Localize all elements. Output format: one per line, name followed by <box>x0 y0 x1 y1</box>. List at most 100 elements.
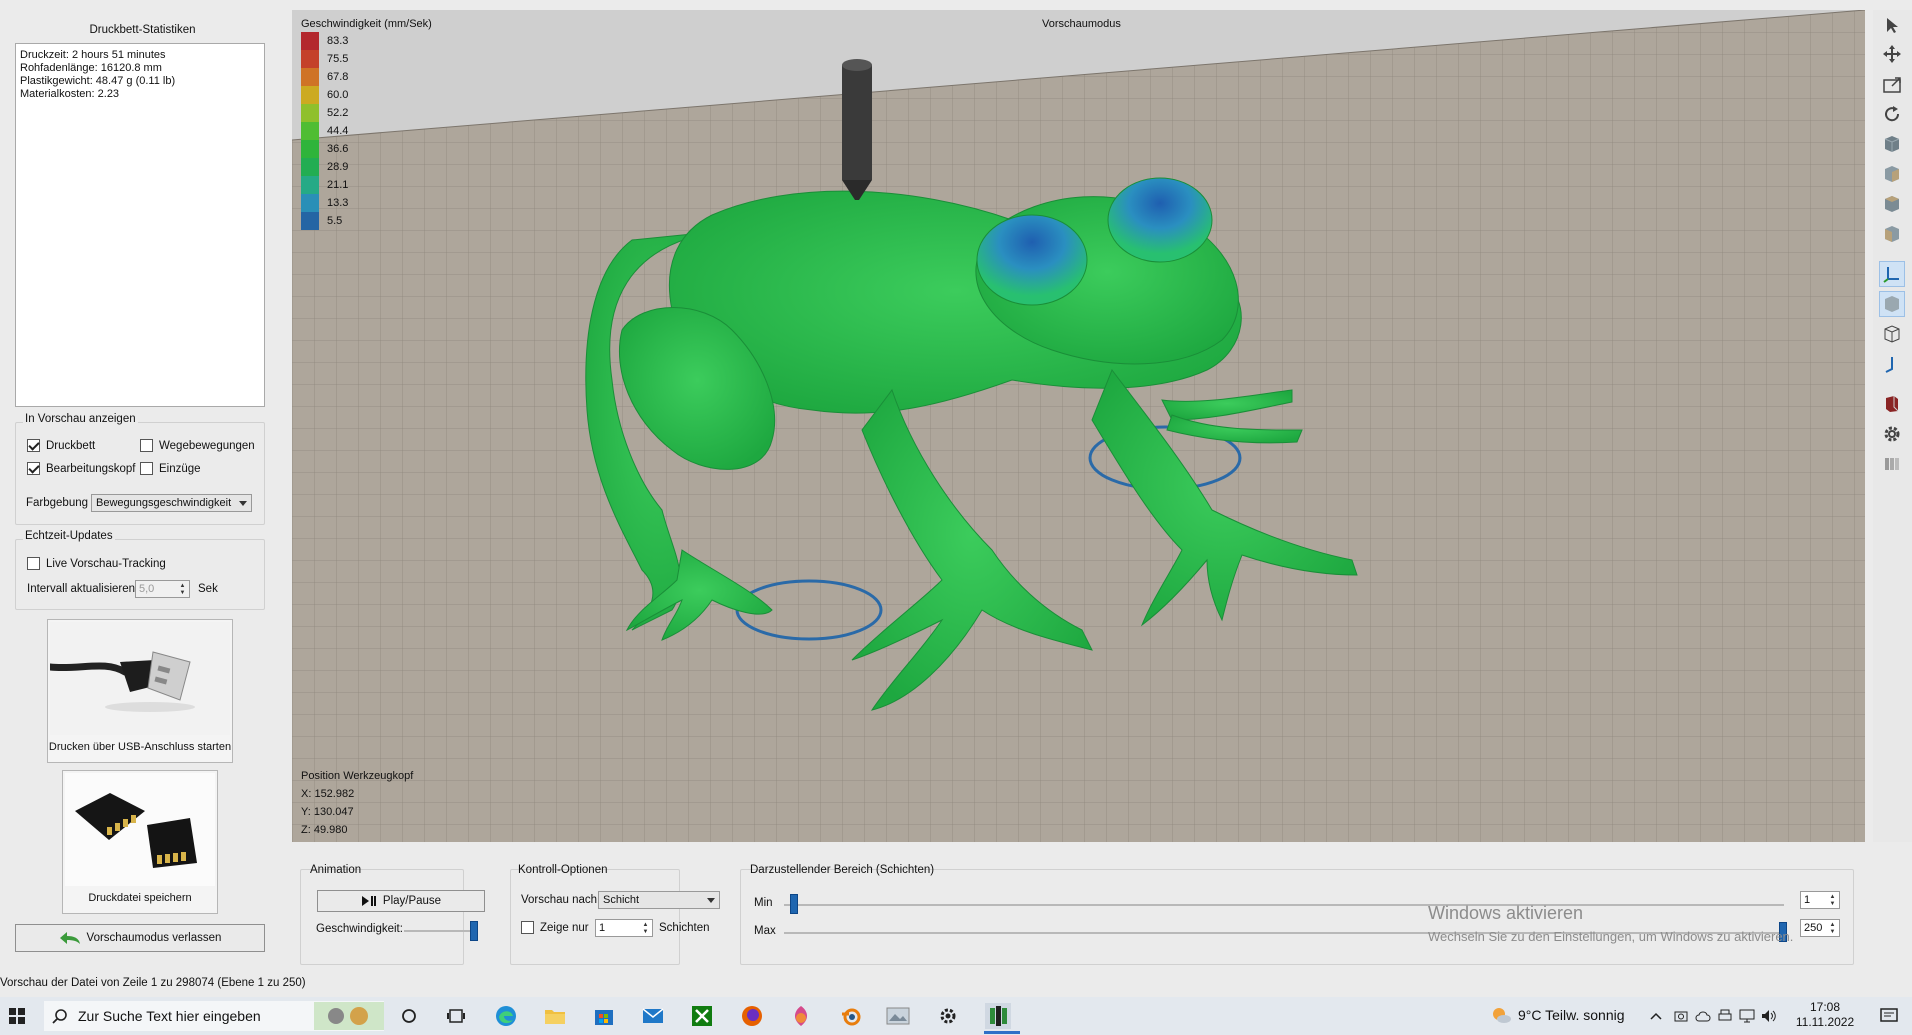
layers-icon[interactable] <box>1879 451 1905 477</box>
edge-browser-icon[interactable] <box>493 1003 519 1029</box>
speaker-icon[interactable] <box>1760 1003 1778 1029</box>
legend-swatch <box>301 122 319 140</box>
legend-item: 28.9 <box>301 158 348 176</box>
wegebewegungen-checkbox[interactable] <box>140 439 153 452</box>
bottom-panel: Animation Play/Pause Geschwindigkeit: Ko… <box>292 847 1865 967</box>
microsoft-store-icon[interactable] <box>591 1003 617 1029</box>
mail-icon[interactable] <box>640 1003 666 1029</box>
select-tool-icon[interactable] <box>1879 12 1905 38</box>
legend-swatch <box>301 86 319 104</box>
einzuege-checkbox-row[interactable]: Einzüge <box>140 462 201 475</box>
range-min-spinbox[interactable]: 1 ▲ ▼ <box>1800 891 1840 909</box>
range-title: Darzustellender Bereich (Schichten) <box>750 864 935 876</box>
taskbar-search-box[interactable]: Zur Suche Text hier eingeben <box>44 1001 384 1031</box>
legend-swatch <box>301 104 319 122</box>
solid-view-icon[interactable] <box>1879 291 1905 317</box>
axes-toggle-icon[interactable] <box>1879 261 1905 287</box>
range-max-spinbox[interactable]: 250 ▲ ▼ <box>1800 919 1840 937</box>
bearbeitungskopf-checkbox-row[interactable]: Bearbeitungskopf <box>27 462 136 475</box>
legend-swatch <box>301 50 319 68</box>
chevron-up-icon[interactable] <box>1647 1003 1665 1029</box>
legend-swatch <box>301 176 319 194</box>
preview-viewport[interactable]: Geschwindigkeit (mm/Sek) Vorschaumodus 8… <box>292 10 1865 842</box>
z-axis-icon[interactable] <box>1879 351 1905 377</box>
stats-title: Druckbett-Statistiken <box>89 24 196 36</box>
settings-gear-icon[interactable] <box>935 1003 961 1029</box>
preview-by-select[interactable]: Schicht <box>598 891 720 909</box>
usb-print-button[interactable]: Drucken über USB-Anschluss starten <box>47 619 233 763</box>
realtime-group <box>15 539 265 610</box>
spin-arrows-icon[interactable]: ▲ ▼ <box>1827 893 1838 907</box>
range-min-handle[interactable] <box>790 894 798 914</box>
stat-print-time: Druckzeit: 2 hours 51 minutes <box>20 49 166 61</box>
live-tracking-row[interactable]: Live Vorschau-Tracking <box>27 557 166 570</box>
photo-viewer-icon[interactable] <box>885 1003 911 1029</box>
spin-arrows-icon[interactable]: ▲ ▼ <box>640 921 651 935</box>
view-iso-icon[interactable] <box>1879 131 1905 157</box>
rotate-tool-icon[interactable] <box>1879 101 1905 127</box>
clock[interactable]: 17:08 11.11.2022 <box>1785 1000 1865 1030</box>
cortana-icon[interactable] <box>396 1003 422 1029</box>
show-only-spinbox[interactable]: 1 ▲ ▼ <box>595 919 653 937</box>
interval-unit: Sek <box>198 583 218 595</box>
cloud-icon[interactable] <box>1694 1003 1712 1029</box>
exit-preview-button[interactable]: Vorschaumodus verlassen <box>15 924 265 952</box>
activation-watermark-title: Windows aktivieren <box>1428 903 1584 923</box>
slicer-app-icon[interactable] <box>985 1003 1011 1029</box>
toolhead-y: Y: 130.047 <box>301 806 354 818</box>
save-file-button[interactable]: Druckdatei speichern <box>62 770 218 914</box>
spin-arrows-icon[interactable]: ▲ ▼ <box>177 582 188 596</box>
firefox-alt-icon[interactable] <box>788 1003 814 1029</box>
show-only-value: 1 <box>599 922 606 934</box>
legend-value: 52.2 <box>327 107 349 119</box>
clock-date: 11.11.2022 <box>1795 1015 1855 1029</box>
show-only-checkbox[interactable] <box>521 921 534 934</box>
live-tracking-label: Live Vorschau-Tracking <box>46 557 166 570</box>
legend-item: 36.6 <box>301 140 348 158</box>
windows-start-icon[interactable] <box>4 1003 30 1029</box>
save-file-label: Druckdatei speichern <box>88 892 192 904</box>
move-tool-icon[interactable] <box>1879 41 1905 67</box>
druckbett-checkbox-row[interactable]: Druckbett <box>27 439 95 452</box>
view-side-icon[interactable] <box>1879 221 1905 247</box>
animation-title: Animation <box>310 864 362 876</box>
printer-icon[interactable] <box>1716 1003 1734 1029</box>
farbgebung-select[interactable]: Bewegungsgeschwindigkeit <box>91 494 252 512</box>
firefox-icon[interactable] <box>739 1003 765 1029</box>
range-max-label: Max <box>754 925 776 937</box>
blender-icon[interactable] <box>838 1003 864 1029</box>
view-top-icon[interactable] <box>1879 191 1905 217</box>
weather-widget[interactable]: 9°C Teilw. sonnig <box>1490 1005 1625 1025</box>
range-min-track[interactable] <box>784 904 1784 906</box>
bearbeitungskopf-checkbox[interactable] <box>27 462 40 475</box>
wireframe-view-icon[interactable] <box>1879 321 1905 347</box>
camera-icon[interactable] <box>1672 1003 1690 1029</box>
gear-icon[interactable] <box>1879 421 1905 447</box>
scale-tool-icon[interactable] <box>1879 71 1905 97</box>
legend-value: 13.3 <box>327 197 349 209</box>
spin-arrows-icon[interactable]: ▲ ▼ <box>1827 921 1838 935</box>
stat-filament-length: Rohfadenlänge: 16120.8 mm <box>20 62 162 74</box>
interval-spinbox[interactable]: 5,0 ▲ ▼ <box>135 580 190 598</box>
legend-item: 52.2 <box>301 104 348 122</box>
task-view-icon[interactable] <box>443 1003 469 1029</box>
activation-watermark-subtitle: Wechseln Sie zu den Einstellungen, um Wi… <box>1428 929 1794 944</box>
network-icon[interactable] <box>1738 1003 1756 1029</box>
file-explorer-icon[interactable] <box>542 1003 568 1029</box>
xbox-icon[interactable] <box>689 1003 715 1029</box>
animation-speed-handle[interactable] <box>470 921 478 941</box>
range-min-value: 1 <box>1804 894 1811 906</box>
view-front-icon[interactable] <box>1879 161 1905 187</box>
usb-print-label: Drucken über USB-Anschluss starten <box>48 741 232 753</box>
druckbett-checkbox[interactable] <box>27 439 40 452</box>
print-preview-icon[interactable] <box>1879 391 1905 417</box>
animation-speed-track[interactable] <box>404 930 474 932</box>
legend-item: 21.1 <box>301 176 348 194</box>
wegebewegungen-checkbox-row[interactable]: Wegebewegungen <box>140 439 255 452</box>
play-pause-button[interactable]: Play/Pause <box>317 890 485 912</box>
show-only-row[interactable]: Zeige nur <box>521 921 589 934</box>
notifications-icon[interactable] <box>1876 1003 1902 1029</box>
interval-value: 5,0 <box>139 583 155 595</box>
einzuege-checkbox[interactable] <box>140 462 153 475</box>
live-tracking-checkbox[interactable] <box>27 557 40 570</box>
